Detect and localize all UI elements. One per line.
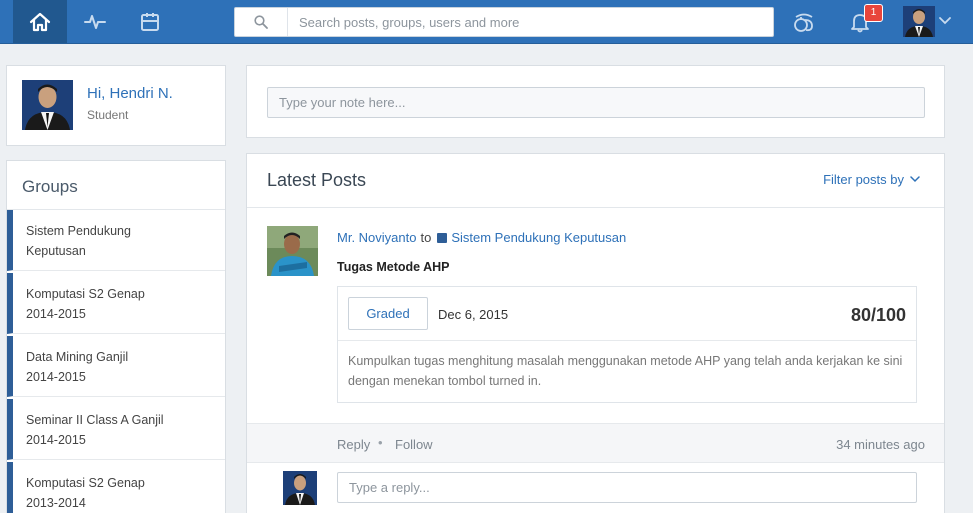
assignment-description: Kumpulkan tugas menghitung masalah mengg… bbox=[348, 354, 903, 388]
reply-link[interactable]: Reply bbox=[337, 437, 370, 452]
group-name: Data Mining Ganjil bbox=[26, 350, 129, 364]
chevron-down-icon[interactable] bbox=[939, 17, 951, 25]
user-role: Student bbox=[87, 108, 129, 122]
groups-title: Groups bbox=[22, 177, 78, 196]
avatar[interactable] bbox=[22, 80, 73, 130]
to-label: to bbox=[420, 230, 432, 245]
group-color-icon bbox=[437, 232, 448, 243]
assignment-date: Dec 6, 2015 bbox=[438, 307, 509, 322]
activity-icon bbox=[84, 14, 106, 29]
backpack-button[interactable] bbox=[777, 0, 831, 43]
group-name: Komputasi S2 Genap bbox=[26, 287, 145, 301]
search-input[interactable] bbox=[289, 8, 769, 36]
posts-title: Latest Posts bbox=[267, 170, 367, 190]
top-navigation-bar: 1 bbox=[0, 0, 973, 44]
group-item[interactable]: Data Mining Ganjil 2014-2015 bbox=[7, 336, 225, 397]
group-subtitle: 2014-2015 bbox=[26, 370, 86, 384]
home-button[interactable] bbox=[13, 0, 67, 43]
group-name: Seminar II Class A Ganjil bbox=[26, 413, 164, 427]
post-meta: Mr. Noviyanto to Sistem Pendukung Keputu… bbox=[337, 230, 626, 245]
group-link[interactable]: Sistem Pendukung Keputusan bbox=[451, 230, 626, 245]
notification-badge[interactable]: 1 bbox=[864, 4, 883, 22]
filter-posts-dropdown[interactable]: Filter posts by bbox=[823, 172, 920, 187]
profile-card: Hi, Hendri N. Student bbox=[6, 65, 226, 146]
groups-card: Groups Sistem Pendukung Keputusan Komput… bbox=[6, 160, 226, 513]
follow-link[interactable]: Follow bbox=[395, 437, 433, 452]
separator: • bbox=[378, 435, 383, 450]
assignment-card: Graded Dec 6, 2015 80/100 Kumpulkan tuga… bbox=[337, 286, 917, 403]
user-greeting[interactable]: Hi, Hendri N. bbox=[87, 85, 173, 102]
activity-button[interactable] bbox=[68, 0, 122, 43]
calendar-button[interactable] bbox=[123, 0, 177, 43]
home-icon bbox=[29, 12, 51, 31]
author-link[interactable]: Mr. Noviyanto bbox=[337, 230, 416, 245]
post-timestamp: 34 minutes ago bbox=[836, 437, 925, 452]
divider bbox=[338, 340, 916, 341]
search-box bbox=[234, 7, 774, 37]
filter-label: Filter posts by bbox=[823, 172, 904, 187]
group-item[interactable]: Komputasi S2 Genap 2014-2015 bbox=[7, 273, 225, 334]
group-name: Komputasi S2 Genap bbox=[26, 476, 145, 490]
avatar[interactable] bbox=[283, 471, 317, 505]
group-subtitle: 2013-2014 bbox=[26, 496, 86, 510]
group-name: Sistem Pendukung bbox=[26, 224, 131, 238]
group-subtitle: 2014-2015 bbox=[26, 433, 86, 447]
group-item[interactable]: Komputasi S2 Genap 2013-2014 bbox=[7, 462, 225, 513]
search-icon[interactable] bbox=[235, 8, 288, 36]
group-item[interactable]: Sistem Pendukung Keputusan bbox=[7, 210, 225, 271]
chevron-down-icon bbox=[910, 176, 920, 183]
group-item[interactable]: Seminar II Class A Ganjil 2014-2015 bbox=[7, 399, 225, 460]
group-subtitle: Keputusan bbox=[26, 244, 86, 258]
post-actions-bar: Reply • Follow 34 minutes ago bbox=[247, 423, 944, 463]
note-input[interactable] bbox=[267, 87, 925, 118]
group-subtitle: 2014-2015 bbox=[26, 307, 86, 321]
post-title[interactable]: Tugas Metode AHP bbox=[337, 260, 450, 274]
graded-button[interactable]: Graded bbox=[348, 297, 428, 330]
reply-input[interactable] bbox=[337, 472, 917, 503]
author-avatar[interactable] bbox=[267, 226, 318, 276]
assignment-score: 80/100 bbox=[850, 305, 906, 325]
backpack-icon bbox=[794, 13, 813, 32]
calendar-icon bbox=[141, 12, 159, 31]
divider bbox=[247, 207, 944, 208]
user-menu-avatar[interactable] bbox=[903, 6, 935, 37]
latest-posts-card: Latest Posts Filter posts by Mr. Noviyan… bbox=[246, 153, 945, 513]
note-card bbox=[246, 65, 945, 138]
